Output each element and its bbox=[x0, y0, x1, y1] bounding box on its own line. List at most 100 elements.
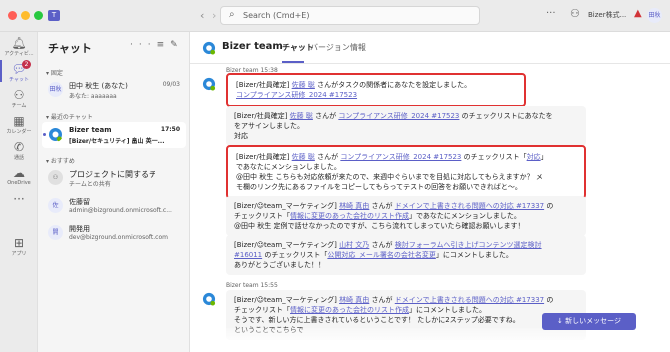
chat-name: 開発用 bbox=[69, 225, 90, 233]
section-recent[interactable]: ▾ 最近のチャット bbox=[46, 112, 93, 121]
rail-activity[interactable]: 🔔︎ アクティビ... bbox=[0, 36, 38, 57]
task-link[interactable]: ドメインで上書きされる問題への対応 #17337 bbox=[395, 296, 544, 304]
task-link[interactable]: 検討フォーラムへ引き上げコンテンツ選定検討 bbox=[395, 241, 542, 249]
section-label: 最近のチャット bbox=[50, 114, 93, 121]
rail-onedrive[interactable]: ☁ OneDrive bbox=[0, 166, 38, 186]
task-link[interactable]: コンプライアンス研修_2024 #17523 bbox=[236, 91, 357, 99]
chat-time: 17:50 bbox=[160, 126, 180, 133]
chat-list-actions: ···≡✎ bbox=[130, 40, 184, 50]
new-message-button[interactable]: ↓ 新しいメッセージ bbox=[542, 313, 636, 330]
message-card: [Bizer/☺team_マーケティング] 林崎 真由 さんが ドメインで上書き… bbox=[226, 196, 586, 236]
checklist-link[interactable]: 情報に変更のあった会社のリスト作成 bbox=[290, 306, 409, 314]
teams-logo-icon: T bbox=[48, 10, 60, 21]
app-rail: 🔔︎ アクティビ... 💬︎ 2 チャット ⚇ チーム ▦ カレンダー ✆ 通話… bbox=[0, 32, 38, 352]
chat-header: Bizer team チャット バージョン情報 bbox=[190, 32, 670, 64]
message-card: [Bizer/社員確定] 佐藤 聡 さんが コンプライアンス研修_2024 #1… bbox=[226, 145, 586, 199]
rail-label: OneDrive bbox=[7, 180, 31, 186]
calendar-icon: ▦ bbox=[13, 114, 25, 128]
checklist-link[interactable]: 対応 bbox=[527, 153, 541, 161]
user-link[interactable]: 佐藤 聡 bbox=[292, 81, 315, 89]
filter-icon[interactable]: ≡ bbox=[157, 40, 171, 50]
close-window-button[interactable] bbox=[8, 11, 17, 20]
rail-label: 通話 bbox=[13, 155, 24, 161]
chat-list-title: チャット bbox=[48, 42, 92, 55]
chat-main: Bizer team チャット バージョン情報 Bizer team 15:38… bbox=[190, 32, 670, 352]
cloud-icon: ☁ bbox=[13, 166, 25, 180]
back-arrow-icon[interactable]: ‹ bbox=[200, 9, 204, 22]
bizer-bot-icon bbox=[202, 77, 216, 91]
user-link[interactable]: 林崎 真由 bbox=[339, 296, 369, 304]
unread-dot bbox=[43, 133, 46, 136]
minimize-window-button[interactable] bbox=[21, 11, 30, 20]
more-icon[interactable]: ··· bbox=[130, 40, 157, 50]
section-label: 固定 bbox=[50, 70, 63, 77]
rail-label: チャット bbox=[9, 77, 29, 83]
bottom-fade bbox=[190, 328, 670, 352]
chat-name: 佐藤留 bbox=[69, 198, 90, 206]
rail-calendar[interactable]: ▦ カレンダー bbox=[0, 114, 38, 135]
zoom-window-button[interactable] bbox=[34, 11, 43, 20]
message-stamp: Bizer team 15:55 bbox=[226, 282, 278, 289]
bizer-bot-icon bbox=[202, 41, 216, 55]
chat-item-project[interactable]: ⚇ プロジェクトに関するチャッ... チームとの共有 bbox=[42, 165, 186, 191]
task-id-link[interactable]: #16011 bbox=[234, 251, 262, 259]
rail-apps[interactable]: ⊞ アプリ bbox=[0, 236, 38, 257]
message-card: [Bizer/☺team_マーケティング] 山村 文乃 さんが 検討フォーラムへ… bbox=[226, 235, 586, 275]
chat-item-bizer-team[interactable]: Bizer team [Bizer/セキュリティ] 畠山 英一... 17:50 bbox=[42, 122, 186, 148]
chat-preview: あなた: aaaaaaa bbox=[69, 93, 117, 100]
chat-name: 田中 秋生 (あなた) bbox=[69, 82, 128, 90]
title-bar: T ‹ › ⌕ Search (Cmd+E) ··· ⚇ Bizer株式... … bbox=[0, 0, 670, 32]
rail-label: チーム bbox=[11, 103, 27, 109]
task-link[interactable]: コンプライアンス研修_2024 #17523 bbox=[340, 153, 461, 161]
section-suggested[interactable]: ▾ おすすめ bbox=[46, 156, 75, 165]
rail-chat[interactable]: 💬︎ 2 チャット bbox=[0, 60, 38, 83]
user-link[interactable]: 林崎 真由 bbox=[339, 202, 369, 210]
task-link[interactable]: ドメインで上書きされる問題への対応 #17337 bbox=[395, 202, 544, 210]
chat-preview: admin@bizground.onmicrosoft.c... bbox=[69, 207, 172, 214]
tab-underline bbox=[282, 61, 304, 63]
phone-icon: ✆ bbox=[13, 140, 25, 154]
people-icon[interactable]: ⚇ bbox=[570, 7, 580, 20]
message-card: [Bizer/社員確定] 佐藤 聡 さんがタスクの関係者にあなたを設定しました。… bbox=[226, 73, 526, 107]
chat-item-self[interactable]: 田秋 田中 秋生 (あなた) あなた: aaaaaaa 09/03 bbox=[42, 77, 186, 103]
chat-title: Bizer team bbox=[222, 41, 283, 52]
task-link[interactable]: コンプライアンス研修_2024 #17523 bbox=[338, 112, 459, 120]
chat-preview: [Bizer/セキュリティ] 畠山 英一... bbox=[69, 138, 165, 145]
chat-time: 09/03 bbox=[162, 81, 180, 88]
rail-label: アプリ bbox=[11, 251, 27, 257]
chat-item-sato[interactable]: 佐 佐藤留 admin@bizground.onmicrosoft.c... bbox=[42, 193, 186, 219]
profile-avatar[interactable]: 田秋 bbox=[647, 8, 662, 23]
rail-label: カレンダー bbox=[6, 129, 32, 135]
checklist-link[interactable]: 公開対応_メール署名の会社名変更 bbox=[327, 251, 436, 259]
new-chat-icon[interactable]: ✎ bbox=[170, 40, 184, 50]
avatar: 田秋 bbox=[48, 82, 63, 97]
message-card: [Bizer/社員確定] 佐藤 聡 さんが コンプライアンス研修_2024 #1… bbox=[226, 106, 586, 146]
avatar: 開 bbox=[48, 225, 63, 240]
chat-name: Bizer team bbox=[69, 126, 112, 134]
more-options-button[interactable]: ··· bbox=[546, 8, 556, 19]
group-chat-icon: ⚇ bbox=[48, 170, 63, 185]
search-icon: ⌕ bbox=[229, 9, 235, 20]
section-pinned[interactable]: ▾ 固定 bbox=[46, 68, 63, 77]
tab-version-info[interactable]: バージョン情報 bbox=[310, 42, 366, 53]
checklist-link[interactable]: 情報に変更のあった会社のリスト作成 bbox=[290, 212, 409, 220]
warning-icon[interactable]: ▲ bbox=[634, 8, 642, 19]
chat-list-panel: チャット ···≡✎ ▾ 固定 田秋 田中 秋生 (あなた) あなた: aaaa… bbox=[38, 32, 190, 352]
teams-icon: ⚇ bbox=[13, 88, 25, 102]
rail-calls[interactable]: ✆ 通話 bbox=[0, 140, 38, 161]
search-input[interactable]: ⌕ Search (Cmd+E) bbox=[220, 6, 480, 25]
chat-icon: 💬︎ bbox=[11, 62, 27, 76]
user-link[interactable]: 佐藤 聡 bbox=[290, 112, 313, 120]
forward-arrow-icon[interactable]: › bbox=[212, 9, 216, 22]
org-switcher[interactable]: Bizer株式... bbox=[588, 10, 626, 20]
rail-more[interactable]: ··· bbox=[0, 192, 38, 206]
unread-badge: 2 bbox=[22, 60, 31, 69]
chat-preview: dev@bizground.onmicrosoft.com bbox=[69, 234, 168, 241]
user-link[interactable]: 佐藤 聡 bbox=[292, 153, 315, 161]
chat-item-dev[interactable]: 開 開発用 dev@bizground.onmicrosoft.com bbox=[42, 220, 186, 246]
avatar: 佐 bbox=[48, 198, 63, 213]
apps-icon: ⊞ bbox=[13, 236, 25, 250]
user-link[interactable]: 山村 文乃 bbox=[339, 241, 369, 249]
rail-teams[interactable]: ⚇ チーム bbox=[0, 88, 38, 109]
bizer-bot-icon bbox=[49, 128, 62, 142]
